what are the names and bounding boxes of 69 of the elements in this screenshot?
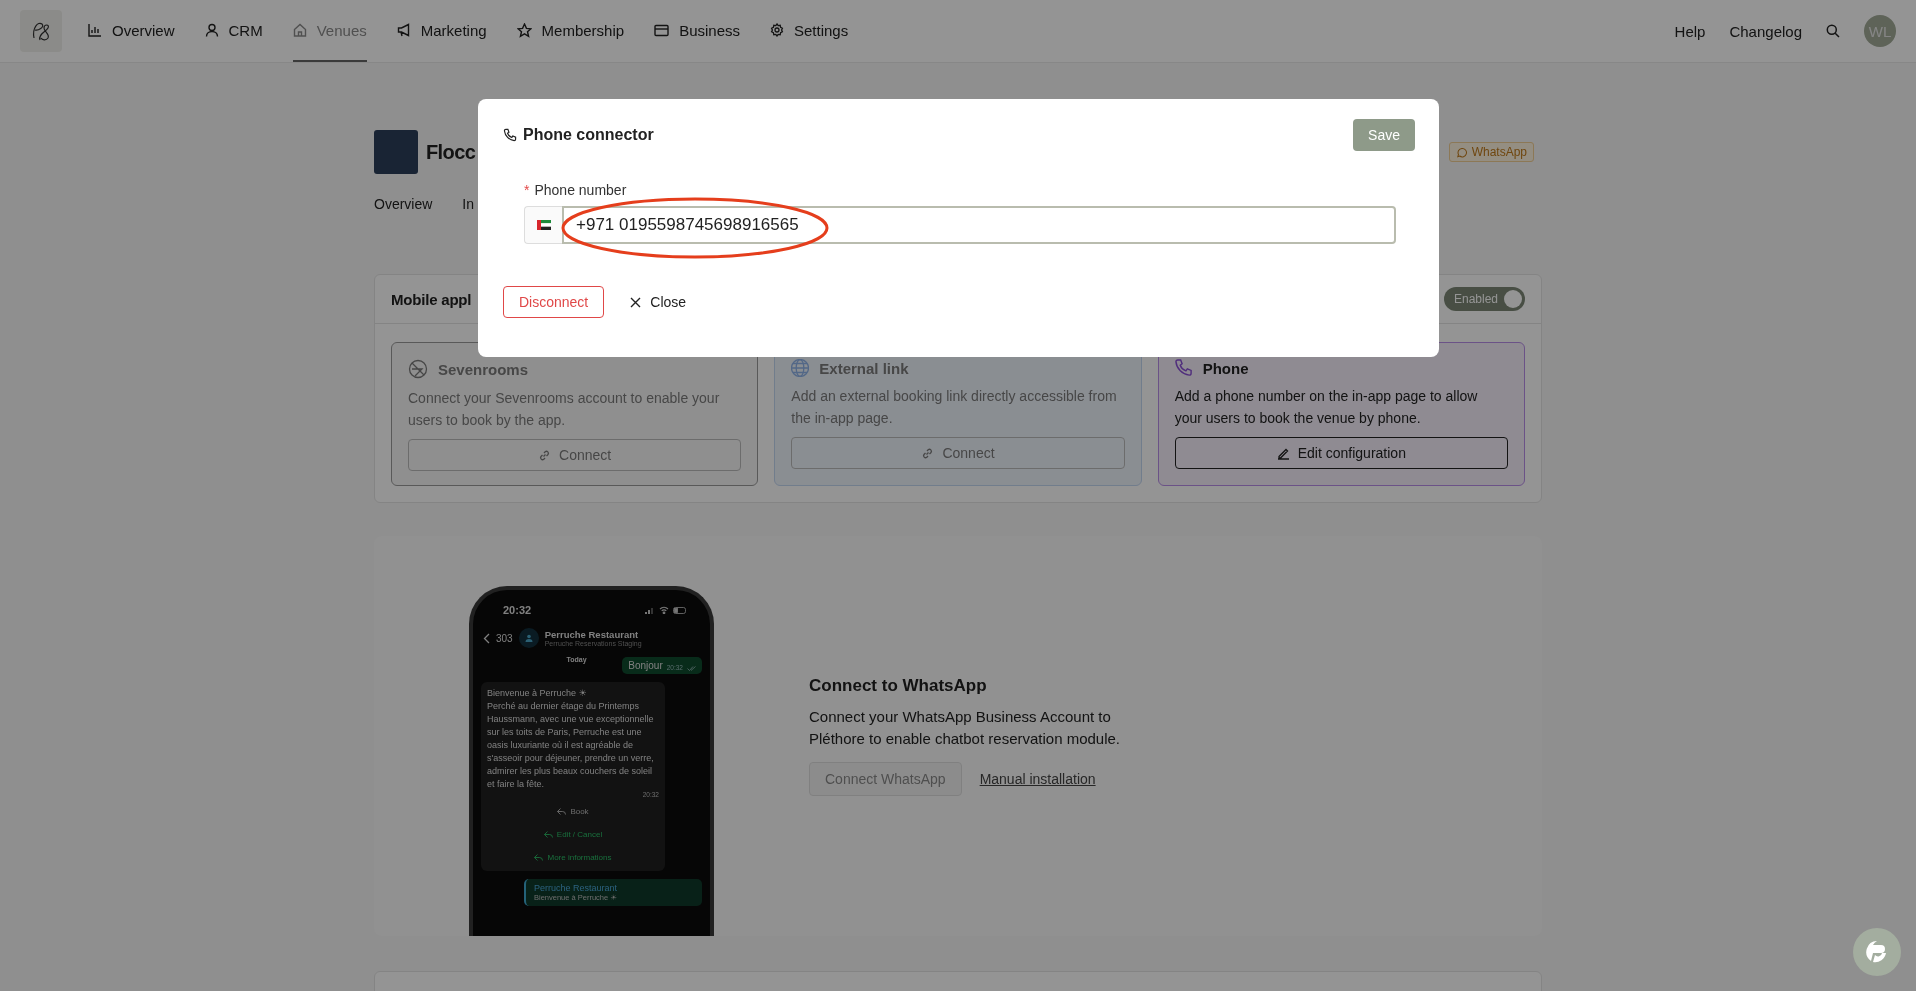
megaphone-icon [396, 23, 411, 37]
badge-label: WhatsApp [1471, 145, 1527, 159]
connector-description: Add an external booking link directly accessible from the in-app page. [791, 387, 1118, 428]
connector-description: Add a phone number on the in-app page to allow your users to book the venue by phone. [1174, 387, 1479, 428]
flag-icon [536, 220, 551, 230]
close-button[interactable]: Close [624, 293, 693, 311]
country-selector[interactable] [524, 206, 562, 244]
nav-item[interactable]: Marketing [396, 0, 487, 62]
connector-button[interactable]: Connect [791, 437, 1125, 469]
phone-number-input[interactable]: +971 0195598745698916565 [562, 206, 1396, 244]
nav-item[interactable]: Business [654, 0, 740, 62]
phone-icon [1174, 359, 1193, 377]
settings-icon [770, 23, 784, 37]
globe-icon [791, 359, 810, 377]
bar-chart-icon [88, 23, 102, 37]
battery-icon [673, 606, 688, 614]
user-icon [204, 23, 219, 37]
reply-arrow-icon [534, 854, 544, 861]
venue-tab[interactable]: In [462, 196, 475, 212]
link-icon [538, 448, 552, 462]
save-button[interactable]: Save [1353, 119, 1415, 151]
nav-link[interactable]: Help [1674, 22, 1706, 40]
connector-title: External link [819, 359, 909, 377]
connector-title: Sevenrooms [438, 360, 529, 378]
contact-avatar [518, 628, 539, 648]
chat-icon [1455, 146, 1467, 158]
card-title: Mobile appl [391, 290, 472, 308]
close-icon [630, 296, 642, 308]
field-label: Phone number [534, 182, 627, 198]
photo-placeholder [374, 130, 418, 174]
chat-logo-icon [1866, 941, 1888, 963]
toggle-switch[interactable]: Enabled [1443, 287, 1525, 311]
nav-link[interactable]: Changelog [1729, 22, 1802, 40]
back-chevron-icon[interactable] [483, 632, 490, 644]
reply-arrow-icon [557, 808, 567, 815]
search-icon[interactable] [1826, 24, 1840, 38]
connector-button[interactable]: Edit configuration [1174, 437, 1508, 469]
connector-description: Connect your Sevenrooms account to enable your users to book by the app. [408, 389, 721, 430]
logo-icon[interactable] [20, 10, 62, 52]
connector-title: Phone [1202, 359, 1249, 377]
venue-name: Flocc [426, 140, 476, 164]
pencil-icon [1276, 446, 1290, 460]
nav-item[interactable]: Membership [516, 0, 625, 62]
manual-installation-link[interactable]: Manual installation [979, 771, 1096, 787]
quick-reply-button[interactable]: Edit / Cancel [543, 821, 603, 844]
nav-item[interactable]: CRM [204, 0, 263, 62]
house-icon [292, 23, 307, 37]
dialog-title: Phone connector [523, 126, 654, 144]
wifi-icon [659, 606, 669, 614]
nav-item[interactable]: Settings [770, 0, 849, 62]
nav-item[interactable]: Overview [88, 0, 175, 62]
venue-tab[interactable]: Overview [374, 196, 433, 212]
star-icon [516, 22, 532, 38]
status-time: 20:32 [503, 604, 532, 616]
phone-icon [503, 128, 517, 142]
section-title: Connect to WhatsApp [809, 676, 988, 696]
quick-reply-button[interactable]: Book [557, 798, 589, 821]
quick-reply-button[interactable]: More informations [534, 844, 612, 867]
unread-count: 303 [496, 632, 513, 644]
contact-name: Perruche Restaurant [544, 629, 640, 640]
required-marker: * [524, 182, 530, 198]
disconnect-button[interactable]: Disconnect [503, 286, 605, 318]
chat-widget-button[interactable] [1853, 928, 1901, 976]
connector-button[interactable]: Connect [408, 439, 742, 471]
link-icon [921, 446, 935, 460]
double-check-icon [687, 666, 696, 671]
reply-arrow-icon [543, 831, 553, 838]
section-description: Connect your WhatsApp Business Account to Pléthore to enable chatbot reservation module. [809, 707, 1122, 749]
credit-card-icon [654, 23, 670, 37]
